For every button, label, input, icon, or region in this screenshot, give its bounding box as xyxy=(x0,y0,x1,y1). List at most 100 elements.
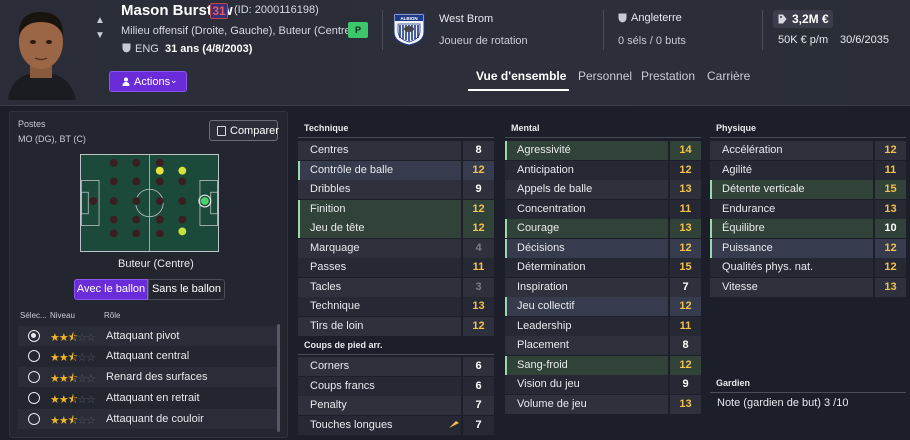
roles-scrollbar[interactable] xyxy=(277,324,280,432)
attribute-row[interactable]: Contrôle de balle 12 xyxy=(298,160,494,180)
star-icon: ⯪ xyxy=(67,352,78,364)
attribute-row[interactable]: Équilibre 10 xyxy=(710,219,906,238)
attribute-row[interactable]: Accélération 12 xyxy=(710,141,906,160)
compare-icon xyxy=(217,126,226,136)
column-header-select[interactable]: Sélec... xyxy=(20,311,47,320)
role-label: Attaquant pivot xyxy=(106,330,180,342)
attribute-row[interactable]: Passes 11 xyxy=(298,258,494,277)
attribute-row[interactable]: Dribbles 9 xyxy=(298,180,494,199)
attribute-row[interactable]: Tacles 3 xyxy=(298,277,494,297)
attribute-row[interactable]: Agressivité 14 xyxy=(505,141,701,160)
attribute-row[interactable]: Courage 13 xyxy=(505,219,701,238)
highlight-marker xyxy=(505,219,507,238)
attribute-row[interactable]: Vitesse 13 xyxy=(710,277,906,297)
column-header-level[interactable]: Niveau xyxy=(50,311,75,320)
section-title-set_pieces: Coups de pied arr. xyxy=(304,340,383,350)
star-icon: ☆ xyxy=(86,394,96,406)
actions-button[interactable]: Actions ⌄ xyxy=(109,71,187,92)
attribute-row[interactable]: Placement 8 xyxy=(505,336,701,355)
highlight-marker xyxy=(505,355,507,375)
attribute-row[interactable]: Coups francs 6 xyxy=(298,376,494,396)
attribute-row[interactable]: Jeu de tête 12 xyxy=(298,219,494,238)
star-icon: ⯪ xyxy=(67,415,78,427)
goalkeeper-rating: Note (gardien de but) 3 /10 xyxy=(717,397,849,409)
attribute-row[interactable]: Corners 6 xyxy=(298,357,494,376)
column-header-role[interactable]: Rôle xyxy=(104,311,120,320)
attribute-row[interactable]: Endurance 13 xyxy=(710,199,906,219)
attribute-value: 12 xyxy=(679,241,692,254)
attribute-row[interactable]: Centres 8 xyxy=(298,141,494,160)
next-player-icon[interactable]: ▼ xyxy=(95,30,105,41)
attribute-row[interactable]: Marquage 4 xyxy=(298,238,494,258)
attribute-value: 4 xyxy=(475,241,482,254)
attribute-row[interactable]: Touches longues 7 xyxy=(298,415,494,435)
status-badge[interactable]: P xyxy=(348,22,368,38)
international-country[interactable]: Angleterre xyxy=(631,12,682,24)
tab-career[interactable]: Carrière xyxy=(707,69,750,83)
attribute-name: Équilibre xyxy=(722,222,765,234)
role-row[interactable]: ★★⯪☆☆ Attaquant pivot xyxy=(18,326,277,346)
attribute-name: Qualités phys. nat. xyxy=(722,261,814,273)
shield-icon xyxy=(122,43,131,53)
role-row[interactable]: ★★⯪☆☆ Attaquant de couloir xyxy=(18,409,277,429)
role-radio[interactable] xyxy=(28,350,40,362)
attribute-row[interactable]: Détermination 15 xyxy=(505,258,701,277)
attribute-row[interactable]: Penalty 7 xyxy=(298,396,494,415)
role-radio[interactable] xyxy=(28,371,40,383)
attribute-name: Corners xyxy=(310,360,350,372)
tab-performance[interactable]: Prestation xyxy=(641,69,695,83)
star-icon: ★ xyxy=(58,332,69,344)
section-divider xyxy=(505,137,701,138)
attribute-name: Puissance xyxy=(722,241,773,254)
positions-value: MO (DG), BT (C) xyxy=(18,134,86,144)
compare-button[interactable]: Comparer xyxy=(209,120,279,141)
attribute-row[interactable]: Puissance 12 xyxy=(710,238,906,258)
attribute-row[interactable]: Leadership 11 xyxy=(505,316,701,336)
player-id: (ID: 2000116198) xyxy=(234,4,319,16)
player-avatar xyxy=(0,0,82,100)
star-icon: ★ xyxy=(58,373,69,385)
tab-overview[interactable]: Vue d'ensemble xyxy=(476,69,566,83)
tab-personnel[interactable]: Personnel xyxy=(578,69,632,83)
club-crest-icon[interactable]: ALBION xyxy=(392,12,426,46)
attribute-value: 12 xyxy=(472,163,485,176)
previous-player-icon[interactable]: ▲ xyxy=(95,15,105,26)
attribute-row[interactable]: Concentration 11 xyxy=(505,199,701,219)
player-header: ▲ ▼ Mason Burstow 31 (ID: 2000116198) Mi… xyxy=(0,0,910,106)
role-row[interactable]: ★★⯪☆☆ Attaquant en retrait xyxy=(18,388,277,408)
role-row[interactable]: ★★⯪☆☆ Renard des surfaces xyxy=(18,367,277,387)
attribute-row[interactable]: Vision du jeu 9 xyxy=(505,375,701,394)
attribute-name: Jeu de tête xyxy=(310,222,365,234)
attribute-row[interactable]: Décisions 12 xyxy=(505,238,701,258)
attribute-row[interactable]: Tirs de loin 12 xyxy=(298,316,494,336)
role-radio[interactable] xyxy=(28,413,40,425)
star-icon: ⯪ xyxy=(67,332,78,344)
position-pitch[interactable] xyxy=(80,154,219,252)
transfer-value-text: 3,2M € xyxy=(792,12,829,26)
attribute-row[interactable]: Finition 12 xyxy=(298,199,494,219)
attribute-row[interactable]: Détente verticale 15 xyxy=(710,180,906,199)
attribute-row[interactable]: Sang-froid 12 xyxy=(505,355,701,375)
without-ball-toggle[interactable]: Sans le ballon xyxy=(148,279,225,300)
attribute-row[interactable]: Qualités phys. nat. 12 xyxy=(710,258,906,277)
attribute-row[interactable]: Appels de balle 13 xyxy=(505,180,701,199)
attribute-name: Vitesse xyxy=(722,280,758,293)
role-rating-stars: ★★⯪☆☆ xyxy=(50,412,96,431)
attribute-row[interactable]: Inspiration 7 xyxy=(505,277,701,297)
attribute-value: 12 xyxy=(679,163,692,176)
attribute-row[interactable]: Anticipation 12 xyxy=(505,160,701,180)
attribute-row[interactable]: Volume de jeu 13 xyxy=(505,394,701,414)
attribute-row[interactable]: Agilité 11 xyxy=(710,160,906,180)
attribute-row[interactable]: Technique 13 xyxy=(298,297,494,316)
star-icon: ★ xyxy=(50,415,60,427)
with-ball-toggle[interactable]: Avec le ballon xyxy=(74,279,148,300)
role-row[interactable]: ★★⯪☆☆ Attaquant central xyxy=(18,346,277,366)
role-radio[interactable] xyxy=(28,392,40,404)
club-name-link[interactable]: West Brom xyxy=(439,13,493,25)
star-icon: ☆ xyxy=(86,352,96,364)
role-radio[interactable] xyxy=(28,330,40,342)
highlight-marker xyxy=(710,219,712,238)
attribute-name: Endurance xyxy=(722,202,776,215)
attribute-name: Décisions xyxy=(517,241,565,254)
attribute-row[interactable]: Jeu collectif 12 xyxy=(505,297,701,316)
